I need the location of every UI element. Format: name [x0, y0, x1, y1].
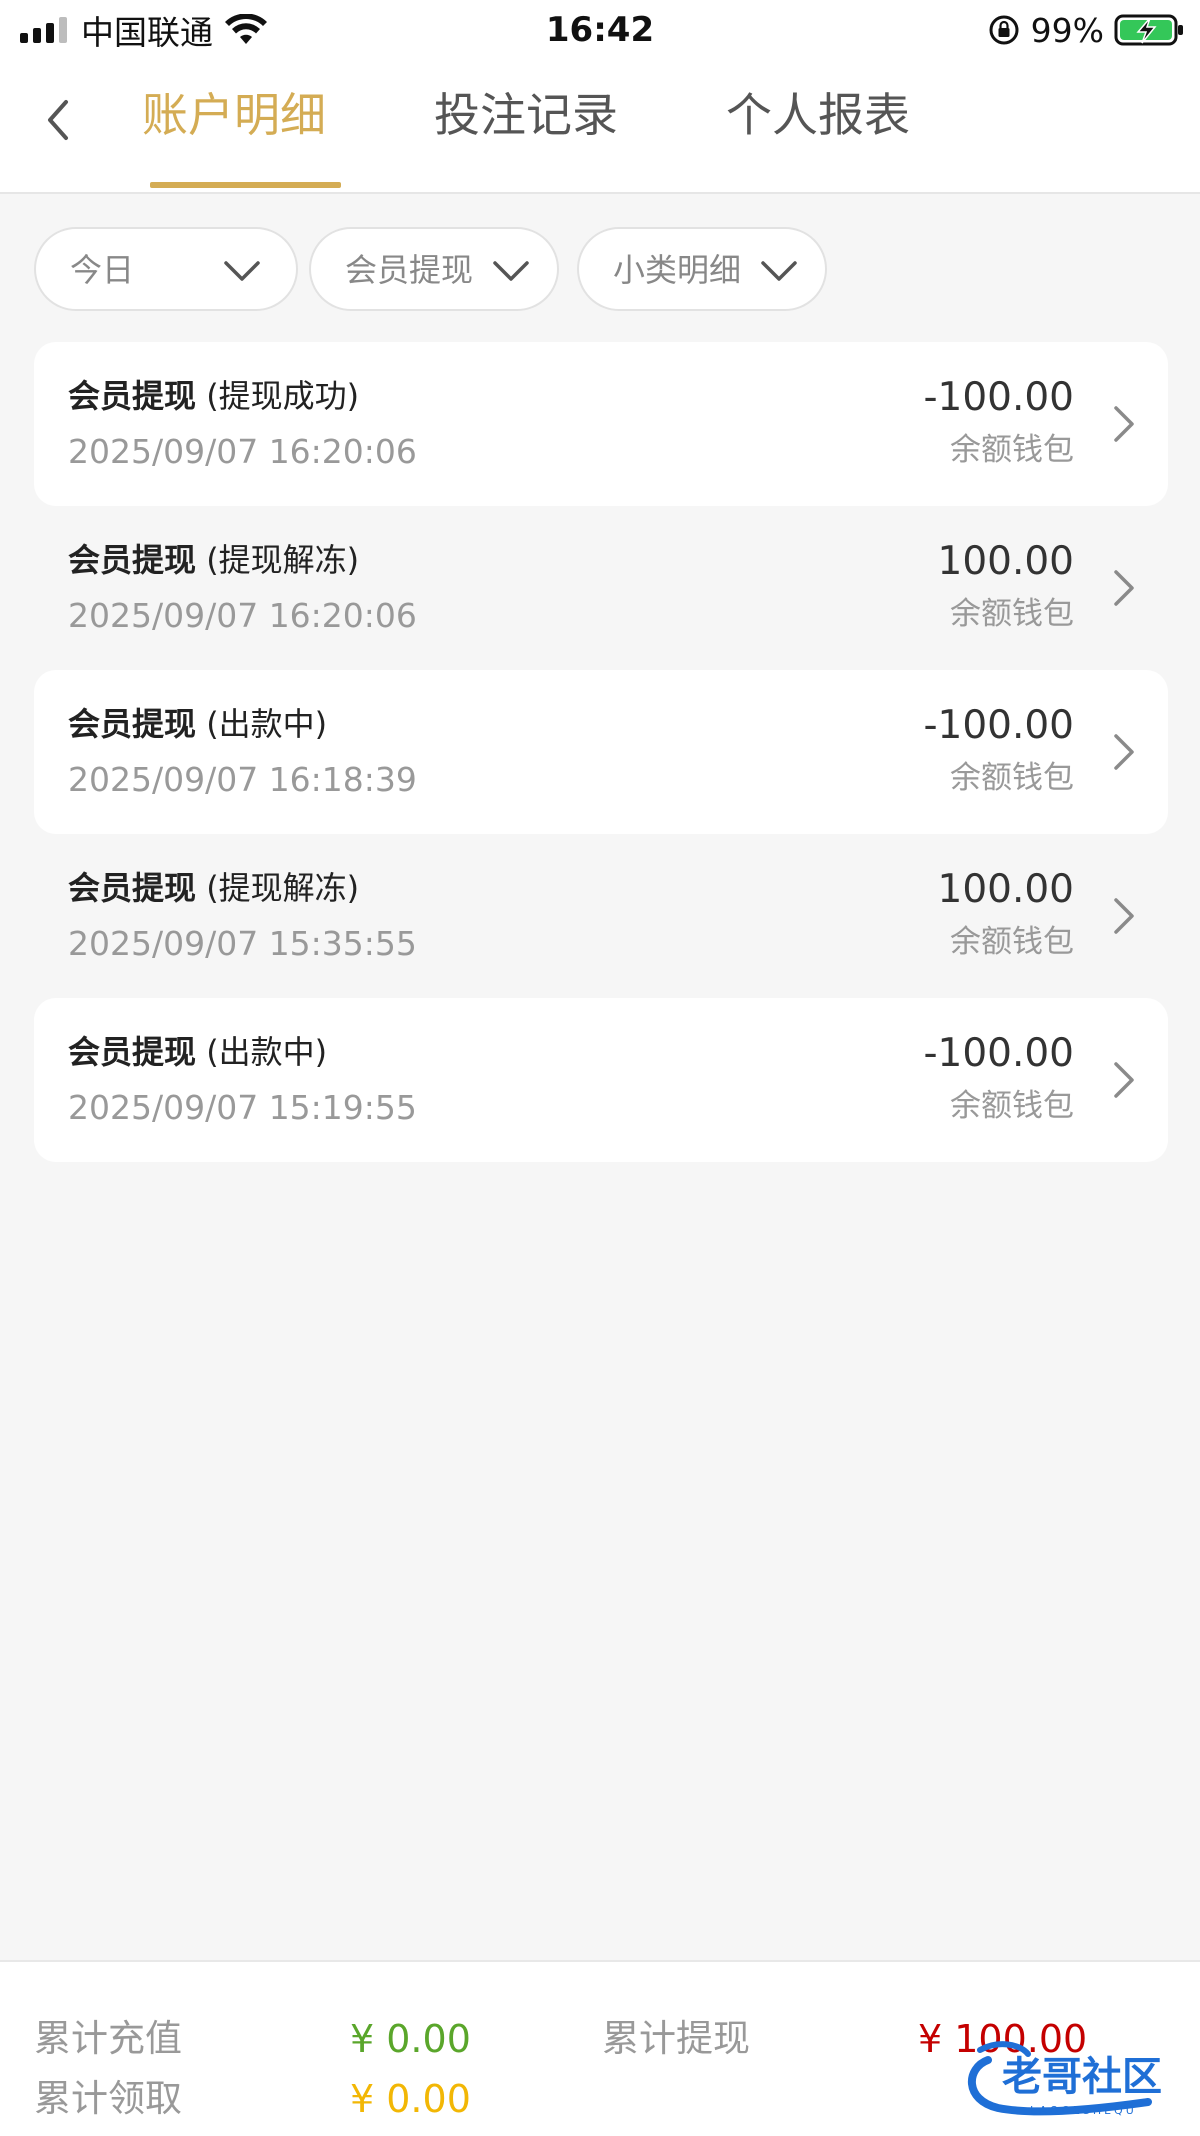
record-amount: -100.00: [923, 1031, 1074, 1076]
filter-category-dropdown[interactable]: 会员提现: [309, 227, 559, 311]
chevron-down-icon: [761, 261, 797, 281]
filter-subcategory-dropdown[interactable]: 小类明细: [577, 227, 827, 311]
record-type: 会员提现: [68, 377, 197, 415]
tab-account-details[interactable]: 账户明细: [142, 80, 326, 150]
back-icon[interactable]: [38, 92, 78, 148]
filter-date-label: 今日: [70, 251, 135, 289]
record-time: 2025/09/07 15:35:55: [68, 924, 417, 963]
record-time: 2025/09/07 15:19:55: [68, 1088, 417, 1127]
record-wallet: 余额钱包: [950, 432, 1074, 468]
chevron-right-icon: [1114, 1062, 1134, 1098]
chevron-right-icon: [1114, 570, 1134, 606]
status-bar: 中国联通 16:42 99%: [0, 0, 1200, 62]
tab-personal-report[interactable]: 个人报表: [726, 80, 910, 150]
record-time: 2025/09/07 16:18:39: [68, 760, 417, 799]
total-recharge-value: ¥ 0.00: [350, 2017, 471, 2061]
record-type: 会员提现: [68, 541, 197, 579]
watermark-logo: 老哥社区 LAOGESHEQU: [968, 2041, 1162, 2117]
record-status: (提现解冻): [206, 869, 360, 907]
list-item[interactable]: 会员提现 (提现解冻) 2025/09/07 16:20:06 100.00 余…: [34, 506, 1168, 670]
chevron-right-icon: [1114, 406, 1134, 442]
record-amount: 100.00: [937, 867, 1074, 912]
total-withdraw-label: 累计提现: [602, 2017, 750, 2060]
record-time: 2025/09/07 16:20:06: [68, 596, 417, 635]
list-item[interactable]: 会员提现 (提现解冻) 2025/09/07 15:35:55 100.00 余…: [34, 834, 1168, 998]
record-wallet: 余额钱包: [950, 760, 1074, 796]
battery-charging-icon: [1114, 14, 1183, 46]
record-time: 2025/09/07 16:20:06: [68, 432, 417, 471]
svg-text:LAOGESHEQU: LAOGESHEQU: [1030, 2104, 1137, 2117]
total-recharge-label: 累计充值: [34, 2017, 182, 2060]
chevron-down-icon: [493, 261, 529, 281]
filter-category-label: 会员提现: [345, 251, 474, 289]
record-amount: 100.00: [937, 539, 1074, 584]
transaction-list: 会员提现 (提现成功) 2025/09/07 16:20:06 -100.00 …: [34, 342, 1168, 1162]
record-amount: -100.00: [923, 375, 1074, 420]
tab-header: 账户明细 投注记录 个人报表: [0, 62, 1200, 194]
record-status: (出款中): [206, 705, 328, 743]
record-type: 会员提现: [68, 1033, 197, 1071]
filter-date-dropdown[interactable]: 今日: [34, 227, 298, 311]
list-item[interactable]: 会员提现 (出款中) 2025/09/07 16:18:39 -100.00 余…: [34, 670, 1168, 834]
record-status: (出款中): [206, 1033, 328, 1071]
chevron-down-icon: [224, 261, 260, 281]
list-item[interactable]: 会员提现 (出款中) 2025/09/07 15:19:55 -100.00 余…: [34, 998, 1168, 1162]
total-claim-label: 累计领取: [34, 2077, 182, 2120]
record-wallet: 余额钱包: [950, 924, 1074, 960]
record-wallet: 余额钱包: [950, 1088, 1074, 1124]
svg-text:老哥社区: 老哥社区: [1002, 2054, 1162, 2100]
filter-subcategory-label: 小类明细: [613, 251, 742, 289]
record-status: (提现解冻): [206, 541, 360, 579]
record-amount: -100.00: [923, 703, 1074, 748]
record-type: 会员提现: [68, 869, 197, 907]
record-type: 会员提现: [68, 705, 197, 743]
total-claim-value: ¥ 0.00: [350, 2077, 471, 2121]
chevron-right-icon: [1114, 734, 1134, 770]
list-item[interactable]: 会员提现 (提现成功) 2025/09/07 16:20:06 -100.00 …: [34, 342, 1168, 506]
record-status: (提现成功): [206, 377, 360, 415]
rotation-lock-icon: [989, 15, 1019, 45]
battery-percent: 99%: [1030, 10, 1104, 50]
chevron-right-icon: [1114, 898, 1134, 934]
record-wallet: 余额钱包: [950, 596, 1074, 632]
tab-bet-records[interactable]: 投注记录: [434, 80, 618, 150]
active-tab-indicator: [150, 182, 341, 188]
